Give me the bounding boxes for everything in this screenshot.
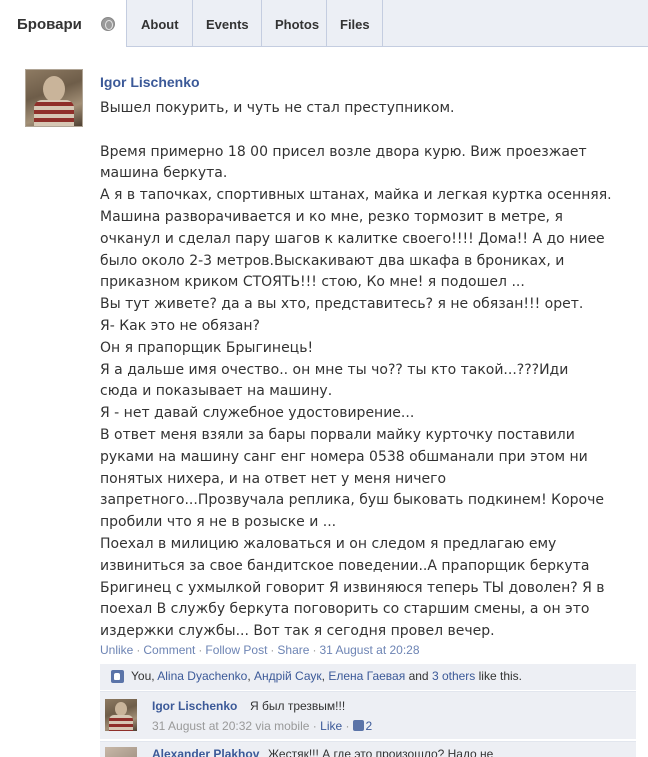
others-likers-link[interactable]: 3 others (432, 669, 475, 683)
post-line (100, 120, 620, 142)
separator: · (136, 643, 141, 657)
avatar-shirt (34, 100, 74, 126)
comment-link[interactable]: Comment (143, 643, 195, 657)
post-line: понятых нихера, и на ответ нет у меня ни… (100, 470, 447, 487)
post-line: Машина разворачивается и ко мне, резко т… (100, 208, 563, 225)
share-link[interactable]: Share (277, 643, 309, 657)
post-line: запретного...Прозвучала реплика, буш бык… (100, 492, 605, 509)
liker-link[interactable]: Alina Dyachenko (157, 669, 247, 683)
post-author-link[interactable]: Igor Lischenko (100, 74, 200, 90)
post-line: приказном криком СТОЯТЬ!!! стою, Ко мне!… (100, 274, 525, 291)
group-name: Бровари (17, 16, 82, 33)
post-line: сюда и показывает на машину. (100, 383, 333, 400)
comment-like-link[interactable]: Like (320, 719, 342, 733)
separator: · (345, 719, 350, 733)
post-line: руками на машину санг енг номера 0538 об… (100, 448, 588, 465)
tab-files[interactable]: Files (327, 0, 383, 47)
separator: · (312, 719, 317, 733)
separator: · (312, 643, 317, 657)
post-line: Вы тут живете? да а вы хто, представитес… (100, 296, 584, 313)
group-tab-bar: Бровари About Events Photos Files (0, 0, 648, 47)
post-line: Бригинец с ухмылкой говорит Я извиняюся … (100, 579, 605, 596)
avatar-shirt (109, 715, 133, 731)
tab-photos[interactable]: Photos (262, 0, 327, 47)
post-line: поехал В службу беркута поговорить со ст… (100, 601, 590, 618)
tab-events[interactable]: Events (193, 0, 262, 47)
post-actions: Unlike · Comment · Follow Post · Share · 31 Augu… (100, 643, 420, 657)
likes-suffix: like this. (478, 669, 522, 683)
group-tabs: About Events Photos Files (128, 0, 383, 47)
post-line: машина беркута. (100, 165, 228, 182)
comment-meta: 31 August at 20:32 via mobile · Like · 2 (152, 719, 372, 733)
post-line: было около 2-3 метров.Выскакивают два шк… (100, 252, 565, 269)
avatar-face (43, 76, 65, 102)
commenter-name-link[interactable]: Alexander Plakhov (152, 747, 259, 757)
tab-about[interactable]: About (128, 0, 193, 47)
post-line: Я- Как это не обязан? (100, 317, 260, 334)
post-line: А я в тапочках, спортивных штанах, майка… (100, 187, 612, 204)
tab-files-label: Files (340, 17, 370, 32)
comment-timestamp[interactable]: 31 August at 20:32 via mobile (152, 719, 309, 733)
thumbs-up-icon (111, 670, 124, 683)
likes-comma: , (321, 669, 325, 683)
author-avatar[interactable] (25, 69, 83, 127)
commenter-avatar[interactable] (105, 699, 137, 731)
avatar-face (115, 702, 127, 716)
post-line: Он я прапорщик Брыгинець! (100, 339, 314, 356)
commenter-avatar[interactable] (105, 747, 137, 757)
comment-like-count[interactable]: 2 (366, 719, 373, 733)
post-line: издержки службы... Вот так я сегодня про… (100, 623, 495, 640)
post-line: очканул и сделал пару шагов к калитке св… (100, 230, 605, 247)
post-line: пробили что я не в розыске и ... (100, 514, 337, 531)
follow-post-link[interactable]: Follow Post (205, 643, 267, 657)
post-line: Вышел покурить, и чуть не стал преступни… (100, 100, 455, 116)
post-timestamp[interactable]: 31 August at 20:28 (319, 643, 419, 657)
post-line: В ответ меня взяли за бары порвали майку… (100, 426, 575, 443)
separator: · (270, 643, 275, 657)
separator: · (198, 643, 203, 657)
post-body: Вышел покурить, и чуть не стал преступни… (100, 98, 620, 643)
post-line: извиниться за свое бандитское поведении.… (100, 557, 590, 574)
liker-link[interactable]: Андрій Саук (254, 669, 322, 683)
commenter-name-link[interactable]: Igor Lischenko (152, 699, 237, 713)
globe-icon (101, 17, 115, 31)
group-name-tab[interactable]: Бровари (0, 0, 127, 47)
unlike-link[interactable]: Unlike (100, 643, 133, 657)
post-line: Я а дальше имя очество.. он мне ты чо?? … (100, 361, 569, 378)
likes-comma: , (247, 669, 251, 683)
thumbs-up-icon (352, 720, 364, 731)
comment-item: Alexander Plakhov Жестяк!!! А где это пр… (100, 741, 636, 757)
likes-summary: You, Alina Dyachenko, Андрій Саук, Елена… (100, 664, 636, 690)
comment-item: Igor Lischenko Я был трезвым!!! 31 Augus… (100, 691, 636, 739)
likes-and: and (408, 669, 429, 683)
tab-events-label: Events (206, 17, 249, 32)
comment-text: Жестяк!!! А где это произошло? Надо не (268, 747, 494, 757)
post-line: Я - нет давай служебное удостовирение... (100, 405, 415, 422)
tab-about-label: About (141, 17, 179, 32)
tab-photos-label: Photos (275, 17, 320, 32)
likes-you: You, (131, 669, 155, 683)
comment-text: Я был трезвым!!! (250, 699, 346, 713)
post-line: Время примерно 18 00 присел возле двора … (100, 143, 587, 160)
liker-link[interactable]: Елена Гаевая (328, 669, 405, 683)
post-line: Поехал в милицию жаловаться и он следом … (100, 535, 557, 552)
